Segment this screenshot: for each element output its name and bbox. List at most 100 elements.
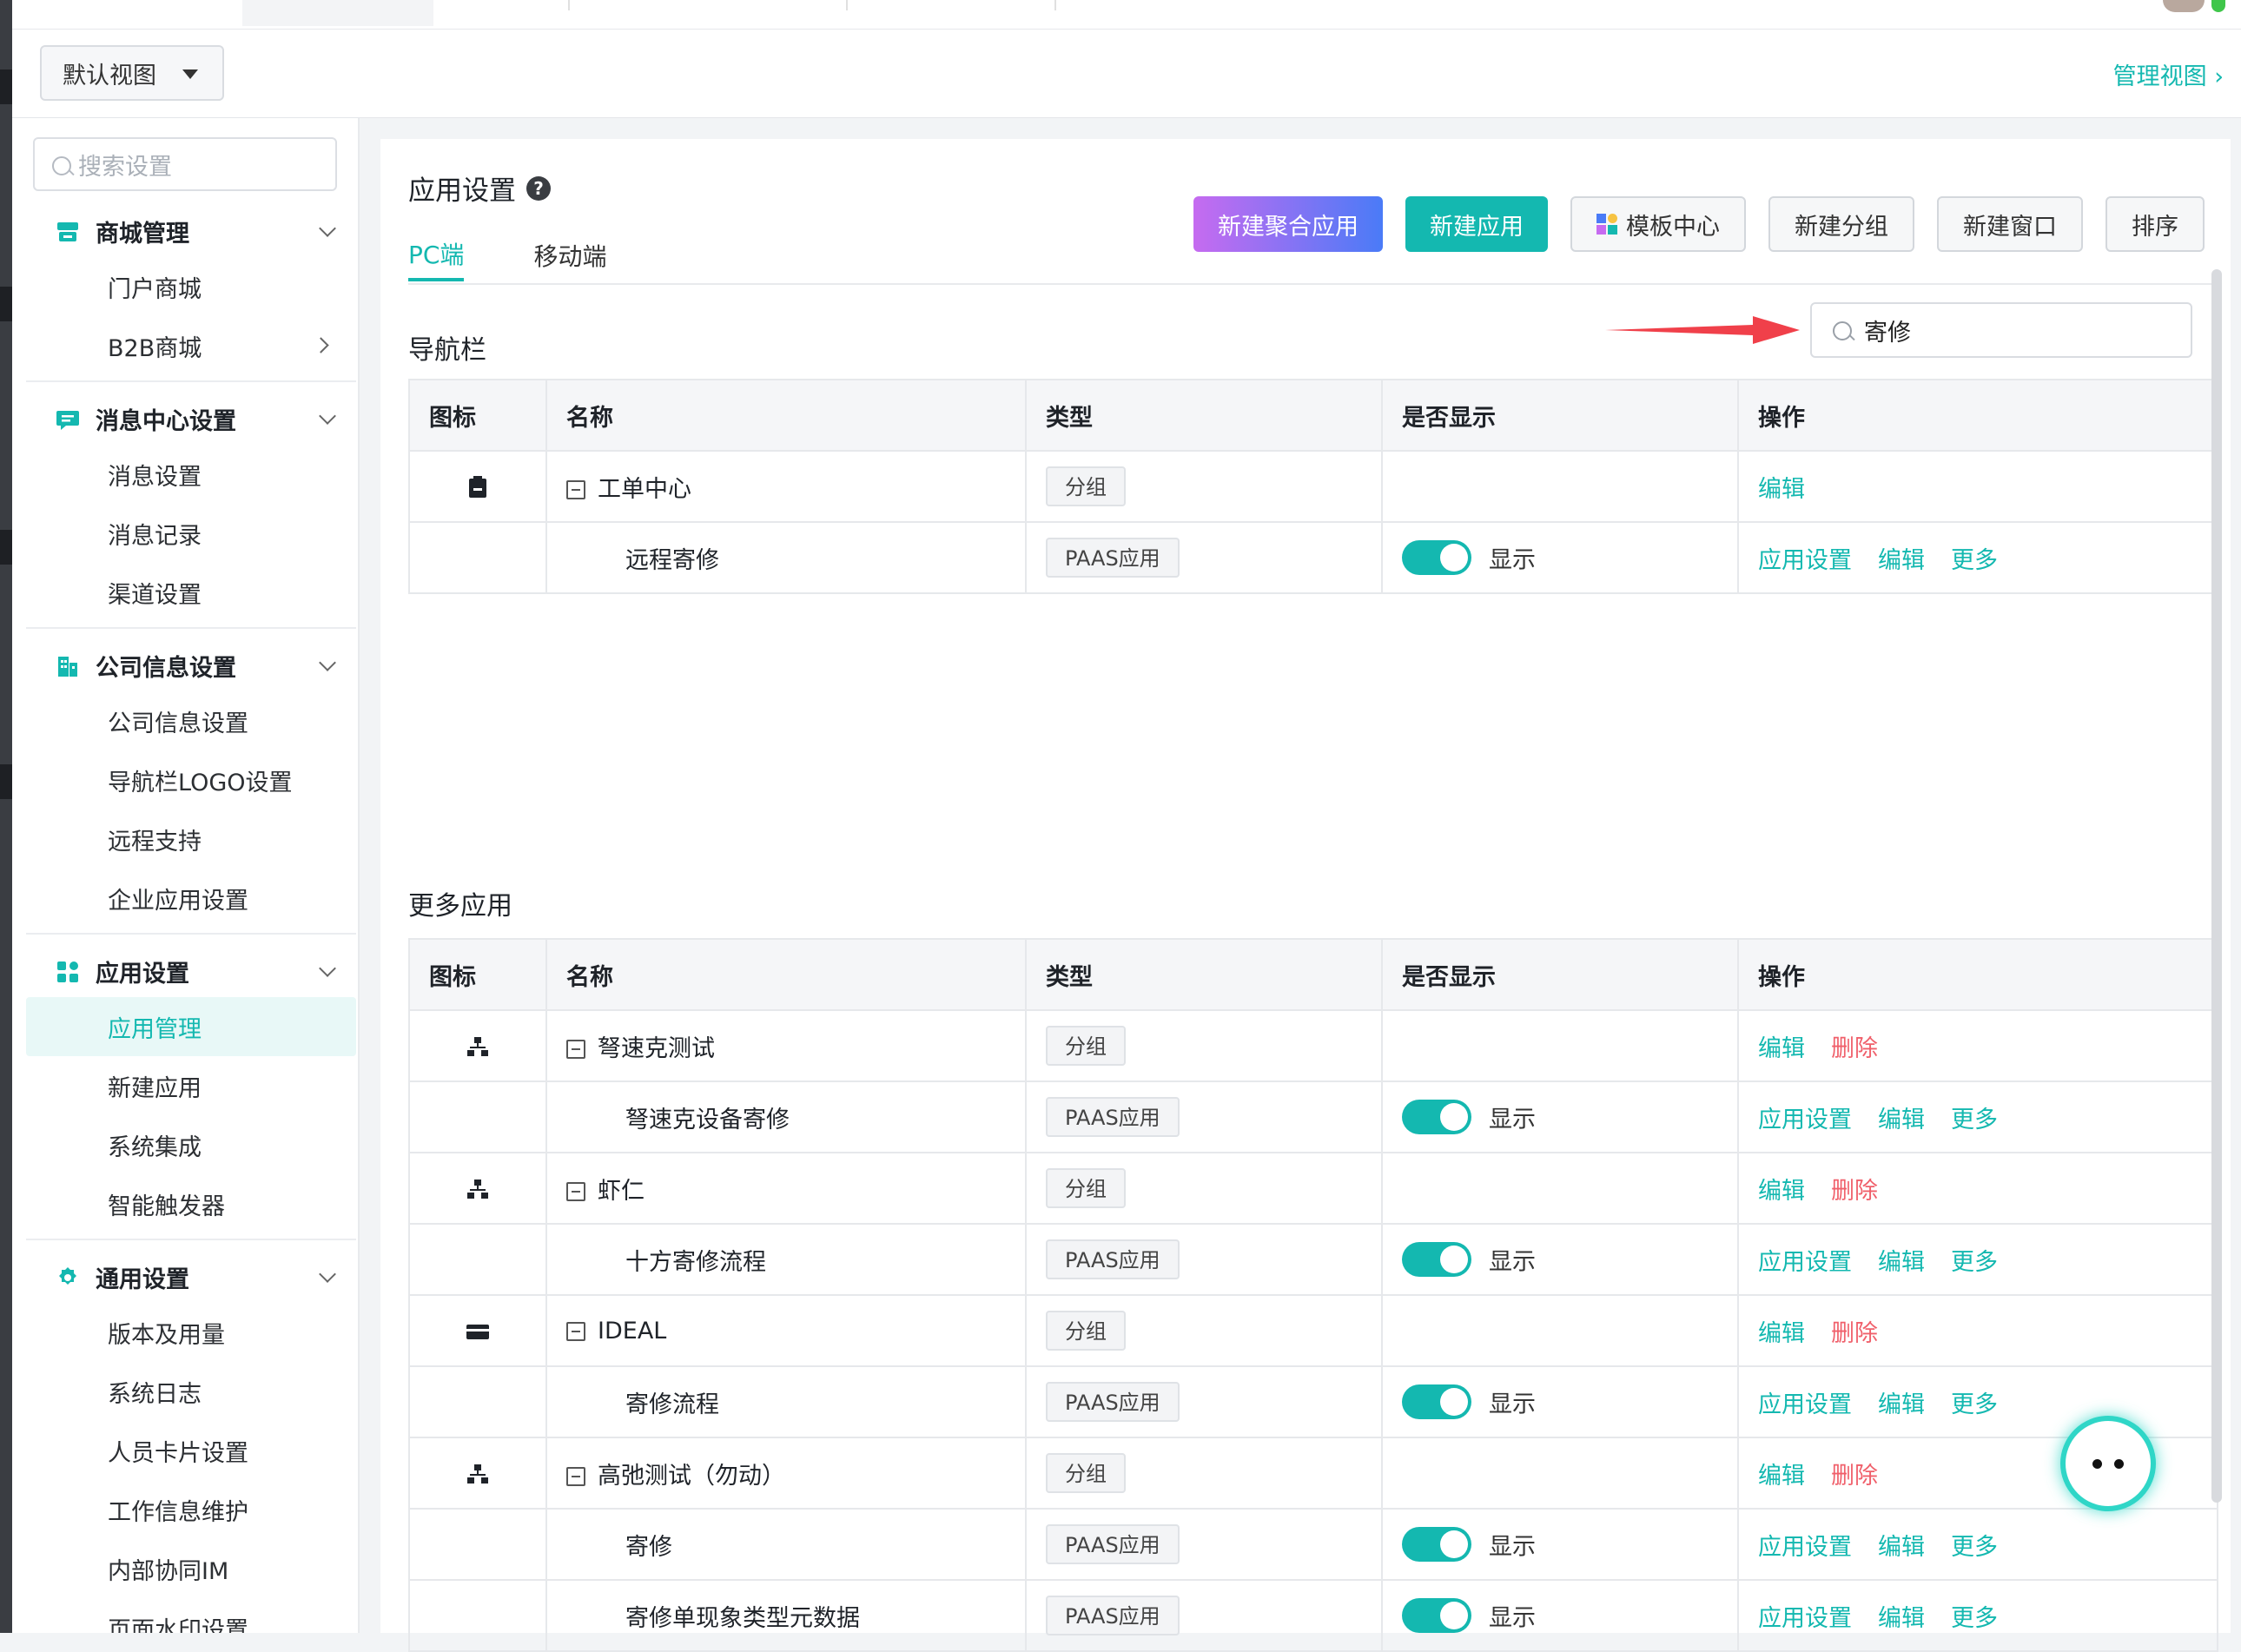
sidebar-group-header[interactable]: 公司信息设置	[26, 639, 356, 691]
column-header-name: 名称	[545, 379, 1027, 452]
type-tag: 分组	[1046, 1311, 1126, 1351]
sidebar-item-message-records[interactable]: 消息记录	[26, 504, 356, 563]
sidebar-group-header[interactable]: 商城管理	[26, 205, 356, 257]
app-settings-link[interactable]: 应用设置	[1758, 1534, 1852, 1561]
delete-link[interactable]: 删除	[1831, 1178, 1878, 1205]
store-icon	[57, 222, 78, 241]
app-settings-link[interactable]: 应用设置	[1758, 1391, 1852, 1418]
sidebar-item-channel-settings[interactable]: 渠道设置	[26, 563, 356, 622]
edit-link[interactable]: 编辑	[1878, 1391, 1925, 1418]
collapse-icon[interactable]	[566, 480, 585, 499]
column-header-name: 名称	[545, 938, 1027, 1011]
new-window-button[interactable]: 新建窗口	[1937, 196, 2083, 252]
app-settings-link[interactable]: 应用设置	[1758, 1107, 1852, 1133]
row-type-cell: PAAS应用	[1025, 521, 1383, 594]
assistant-eye-icon	[2092, 1458, 2102, 1469]
view-selector[interactable]: 默认视图	[40, 45, 224, 101]
row-name-cell: 远程寄修	[545, 521, 1027, 594]
row-icon-cell	[408, 1437, 547, 1510]
more-link[interactable]: 更多	[1951, 547, 1998, 574]
visibility-label: 显示	[1489, 1391, 1536, 1418]
collapse-icon[interactable]	[566, 1322, 585, 1341]
visibility-toggle[interactable]	[1402, 1242, 1471, 1277]
sidebar-item-internal-im[interactable]: 内部协同IM	[26, 1539, 356, 1598]
more-link[interactable]: 更多	[1951, 1107, 1998, 1133]
edit-link[interactable]: 编辑	[1758, 1320, 1805, 1347]
tab-pc[interactable]: PC端	[408, 229, 465, 281]
sidebar-item-remote-support[interactable]: 远程支持	[26, 809, 356, 869]
edit-link[interactable]: 编辑	[1878, 547, 1925, 574]
sidebar-group-title: 公司信息设置	[96, 654, 236, 682]
sidebar-search-input[interactable]: 搜索设置	[33, 137, 337, 191]
template-center-button[interactable]: 模板中心	[1570, 196, 1746, 252]
sidebar-item-enterprise-apps[interactable]: 企业应用设置	[26, 869, 356, 928]
sidebar-item-company-info[interactable]: 公司信息设置	[26, 691, 356, 750]
delete-link[interactable]: 删除	[1831, 1320, 1878, 1347]
sidebar-item-portal-mall[interactable]: 门户商城	[26, 257, 356, 316]
sidebar-group-header[interactable]: 应用设置	[26, 945, 356, 997]
new-aggregate-app-button[interactable]: 新建聚合应用	[1193, 196, 1383, 252]
sidebar-item-app-management[interactable]: 应用管理	[26, 997, 356, 1056]
sidebar-group-header[interactable]: 通用设置	[26, 1251, 356, 1303]
search-icon	[52, 156, 71, 175]
sidebar-item-work-info[interactable]: 工作信息维护	[26, 1480, 356, 1539]
row-actions-cell: 应用设置 编辑 更多	[1737, 1080, 2218, 1153]
app-settings-link[interactable]: 应用设置	[1758, 1605, 1852, 1632]
sidebar-item-system-log[interactable]: 系统日志	[26, 1362, 356, 1421]
sidebar-item-system-integration[interactable]: 系统集成	[26, 1115, 356, 1174]
more-link[interactable]: 更多	[1951, 1391, 1998, 1418]
row-visible-cell: 显示	[1381, 1223, 1739, 1296]
sidebar-item-message-settings[interactable]: 消息设置	[26, 445, 356, 504]
collapse-icon[interactable]	[566, 1040, 585, 1059]
avatar[interactable]	[2163, 0, 2205, 12]
new-app-button[interactable]: 新建应用	[1405, 196, 1548, 252]
app-filter-input[interactable]: 寄修	[1810, 302, 2192, 358]
sidebar-search-placeholder: 搜索设置	[78, 153, 172, 181]
sidebar-item-watermark[interactable]: 页面水印设置	[26, 1598, 356, 1634]
more-link[interactable]: 更多	[1951, 1605, 1998, 1632]
delete-link[interactable]: 删除	[1831, 1035, 1878, 1062]
window-left-edge	[0, 0, 12, 1633]
sidebar-item-nav-logo[interactable]: 导航栏LOGO设置	[26, 750, 356, 809]
sidebar-item-version-usage[interactable]: 版本及用量	[26, 1303, 356, 1362]
top-tab-active[interactable]	[242, 0, 433, 26]
page-scrollbar[interactable]	[2211, 269, 2222, 1503]
sidebar-item-new-app[interactable]: 新建应用	[26, 1056, 356, 1115]
edit-link[interactable]: 编辑	[1878, 1107, 1925, 1133]
more-link[interactable]: 更多	[1951, 1249, 1998, 1276]
visibility-toggle[interactable]	[1402, 540, 1471, 575]
sidebar-group-header[interactable]: 消息中心设置	[26, 393, 356, 445]
edit-link[interactable]: 编辑	[1758, 1178, 1805, 1205]
chevron-down-icon	[319, 654, 336, 671]
edit-link[interactable]: 编辑	[1878, 1534, 1925, 1561]
new-group-button[interactable]: 新建分组	[1768, 196, 1914, 252]
chevron-down-icon	[319, 1265, 336, 1283]
edit-link[interactable]: 编辑	[1878, 1605, 1925, 1632]
sidebar-item-b2b-mall[interactable]: B2B商城	[26, 316, 356, 375]
visibility-toggle[interactable]	[1402, 1100, 1471, 1134]
floating-assistant-button[interactable]	[2060, 1416, 2156, 1511]
edit-link[interactable]: 编辑	[1758, 1463, 1805, 1490]
app-settings-link[interactable]: 应用设置	[1758, 547, 1852, 574]
edit-link[interactable]: 编辑	[1758, 476, 1805, 503]
row-visible-cell	[1381, 1437, 1739, 1510]
visibility-toggle[interactable]	[1402, 1598, 1471, 1633]
delete-link[interactable]: 删除	[1831, 1463, 1878, 1490]
sidebar-item-smart-trigger[interactable]: 智能触发器	[26, 1174, 356, 1233]
visibility-toggle[interactable]	[1402, 1384, 1471, 1419]
manage-view-link[interactable]: 管理视图 ›	[2113, 57, 2224, 91]
row-actions-cell: 应用设置 编辑 更多	[1737, 1579, 2218, 1652]
sidebar-item-person-card[interactable]: 人员卡片设置	[26, 1421, 356, 1480]
collapse-icon[interactable]	[566, 1182, 585, 1201]
sort-button[interactable]: 排序	[2105, 196, 2205, 252]
collapse-icon[interactable]	[566, 1467, 585, 1486]
edit-link[interactable]: 编辑	[1878, 1249, 1925, 1276]
sidebar-item-label: 工作信息维护	[108, 1498, 248, 1526]
tab-mobile[interactable]: 移动端	[533, 229, 606, 281]
help-icon[interactable]: ?	[526, 175, 551, 201]
more-link[interactable]: 更多	[1951, 1534, 1998, 1561]
visibility-toggle[interactable]	[1402, 1527, 1471, 1562]
edit-link[interactable]: 编辑	[1758, 1035, 1805, 1062]
app-settings-link[interactable]: 应用设置	[1758, 1249, 1852, 1276]
sidebar-item-label: 内部协同IM	[108, 1557, 229, 1585]
